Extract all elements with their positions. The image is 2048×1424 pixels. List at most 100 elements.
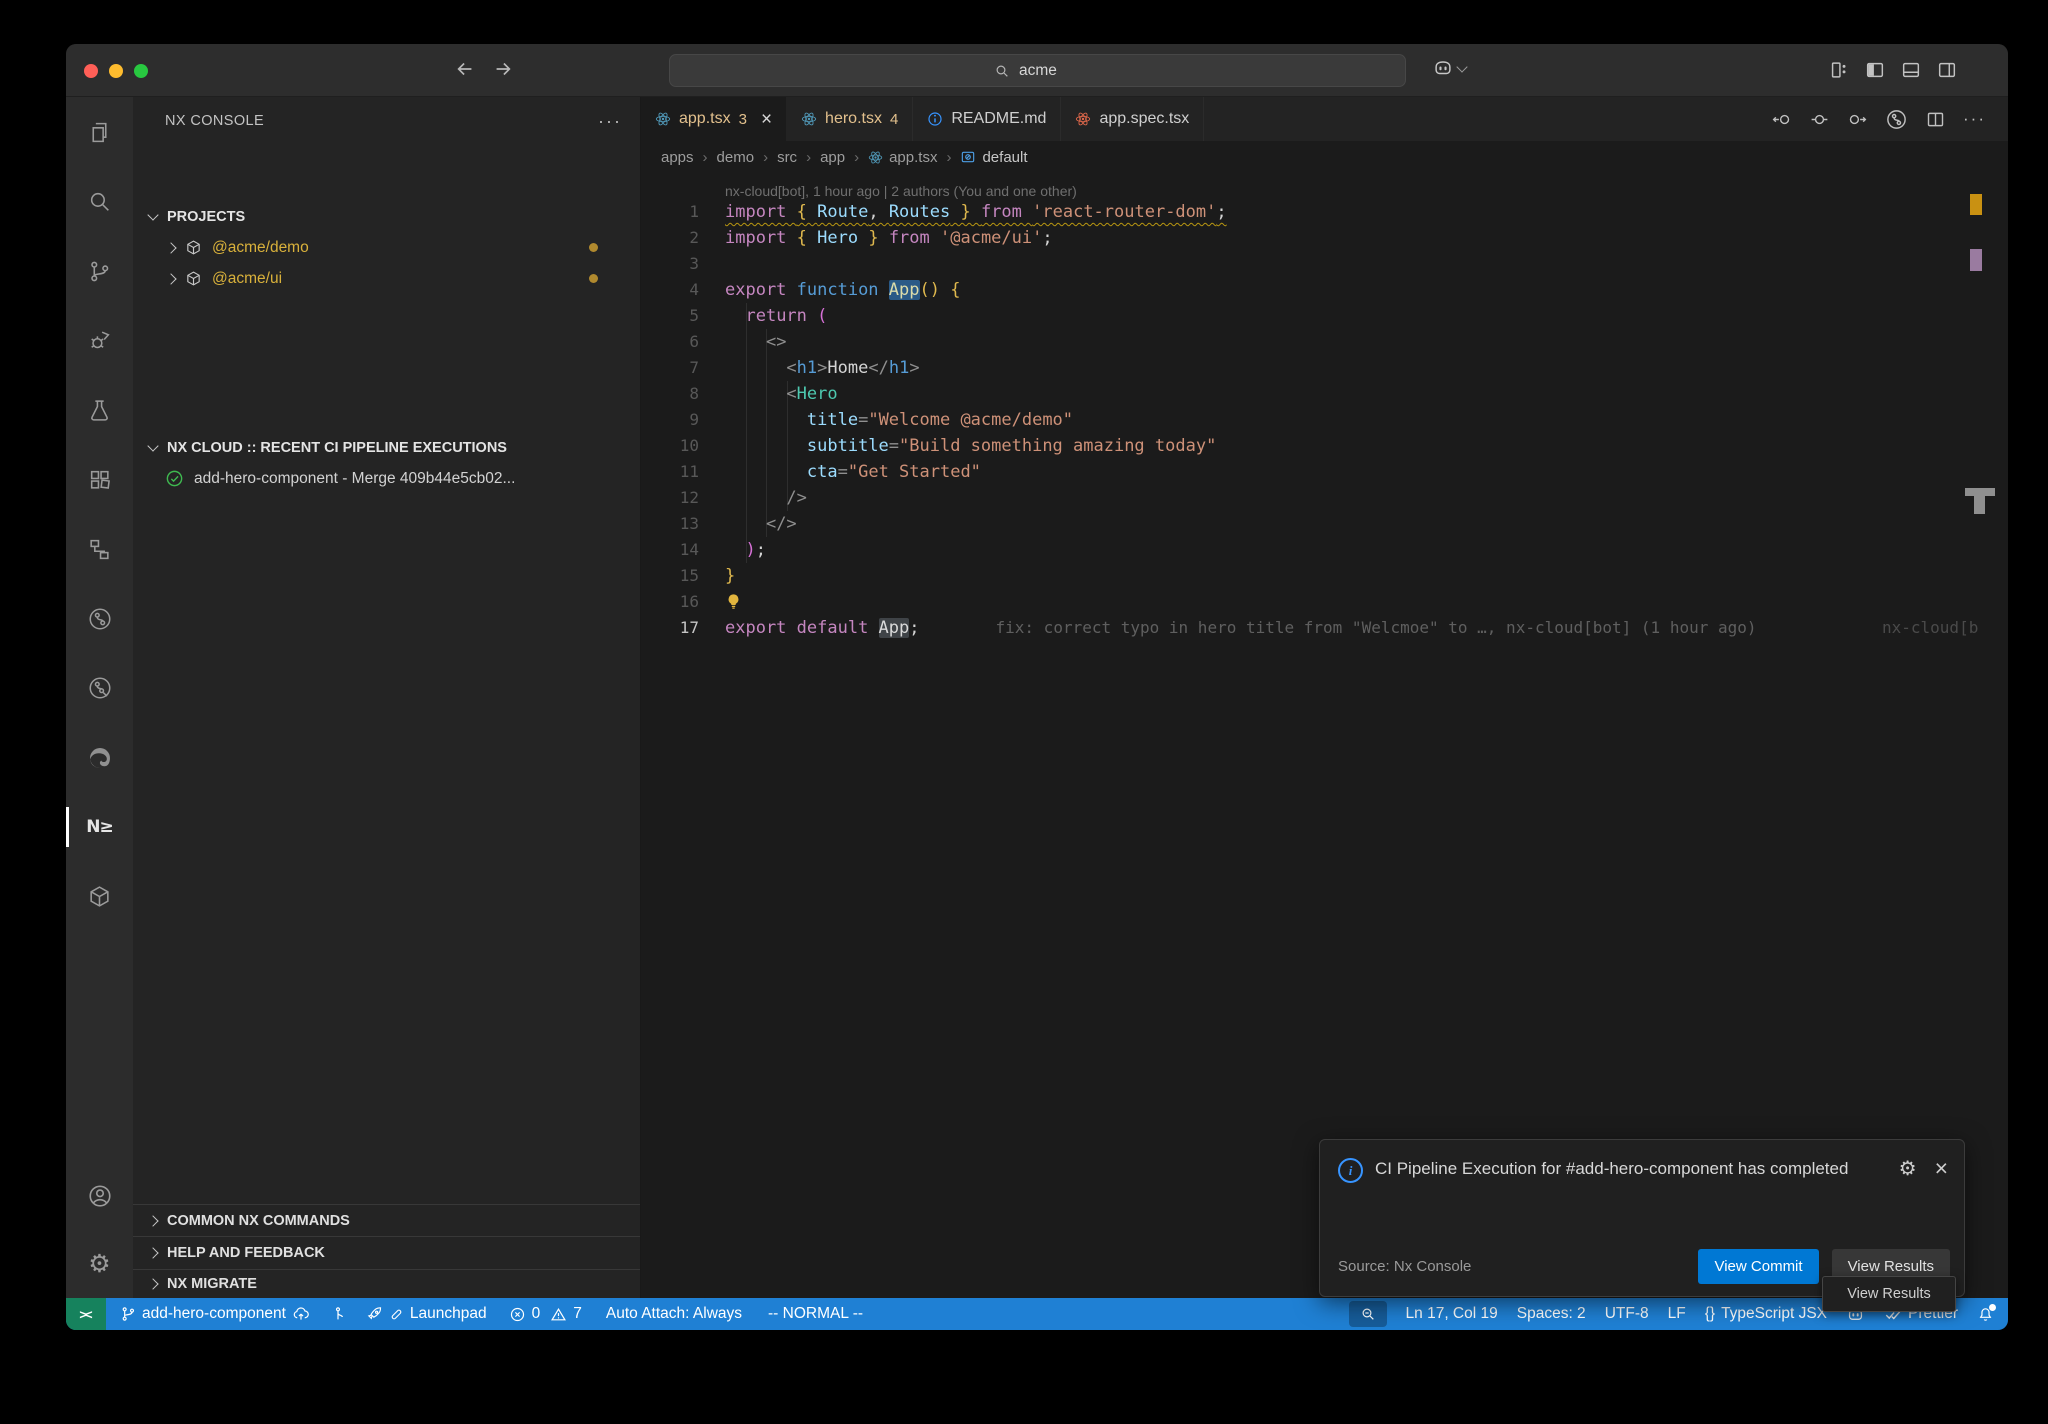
breadcrumb: apps› demo› src› app› app.tsx › default	[641, 141, 2008, 173]
code-line-6[interactable]: 6 <>	[641, 329, 2008, 355]
nx-console-icon[interactable]: N≥	[66, 803, 133, 851]
code-line-16[interactable]: 16	[641, 589, 2008, 615]
gitlens-inspect-icon[interactable]	[66, 664, 133, 712]
extensions-icon[interactable]	[66, 456, 133, 504]
breadcrumb-src[interactable]: src	[777, 149, 797, 166]
minimize-window-button[interactable]	[109, 64, 123, 78]
code-line-4[interactable]: 4export function App() {	[641, 277, 2008, 303]
close-icon[interactable]: ×	[761, 110, 772, 129]
breadcrumb-symbol-default[interactable]: default	[960, 149, 1027, 166]
search-icon[interactable]	[66, 178, 133, 226]
tab-app-spec-tsx[interactable]: app.spec.tsx	[1061, 97, 1204, 141]
package-explorer-icon[interactable]	[66, 873, 133, 921]
gitlens-icon[interactable]	[66, 595, 133, 643]
nx-migrate-section[interactable]: NX MIGRATE	[133, 1269, 640, 1298]
notifications-bell-icon[interactable]	[1977, 1306, 1994, 1323]
chevron-down-icon	[1456, 61, 1467, 72]
back-arrow-icon[interactable]	[454, 58, 476, 80]
split-editor-icon[interactable]	[1925, 109, 1946, 130]
previous-change-icon[interactable]	[1771, 109, 1792, 130]
code-line-9[interactable]: 9 title="Welcome @acme/demo"	[641, 407, 2008, 433]
source-control-icon[interactable]	[66, 247, 133, 295]
language-mode-item[interactable]: {}TypeScript JSX	[1705, 1305, 1827, 1323]
changes-icon[interactable]	[1809, 109, 1830, 130]
run-debug-icon[interactable]	[66, 317, 133, 365]
auto-attach-status-item[interactable]: Auto Attach: Always	[606, 1305, 742, 1323]
testing-icon[interactable]	[66, 386, 133, 434]
close-icon[interactable]: ×	[1935, 1157, 1948, 1180]
breadcrumb-demo[interactable]: demo	[717, 149, 755, 166]
vscode-window: N≥ ⚙ NX CONSOLE ··· PROJECTS	[66, 44, 2008, 1330]
forward-arrow-icon[interactable]	[492, 58, 514, 80]
code-line-1[interactable]: 1import { Route, Routes } from 'react-ro…	[641, 199, 2008, 225]
code-lines[interactable]: 1import { Route, Routes } from 'react-ro…	[641, 199, 2008, 641]
tab-app-tsx[interactable]: app.tsx 3 ×	[641, 97, 787, 141]
line-number: 6	[641, 329, 699, 355]
toggle-panel-icon[interactable]	[1900, 59, 1922, 81]
magnifier-icon	[1360, 1306, 1376, 1322]
search-input[interactable]	[1017, 61, 1081, 81]
remote-indicator[interactable]: ><	[66, 1298, 106, 1330]
code-line-8[interactable]: 8 <Hero	[641, 381, 2008, 407]
git-blame-header[interactable]: nx-cloud[bot], 1 hour ago | 2 authors (Y…	[641, 173, 2008, 199]
projects-section-header[interactable]: PROJECTS	[133, 201, 640, 232]
project-structure-icon[interactable]	[66, 525, 133, 573]
cursor-position-item[interactable]: Ln 17, Col 19	[1406, 1305, 1498, 1323]
graph-status-item[interactable]	[330, 1306, 346, 1322]
commit-graph-icon[interactable]	[1885, 108, 1908, 131]
more-actions-icon[interactable]: ···	[598, 111, 622, 132]
code-line-2[interactable]: 2import { Hero } from '@acme/ui';	[641, 225, 2008, 251]
ruler-cursor-mark	[1965, 488, 1995, 496]
code-line-11[interactable]: 11 cta="Get Started"	[641, 459, 2008, 485]
zoom-window-button[interactable]	[134, 64, 148, 78]
zoom-status-item[interactable]	[1349, 1301, 1387, 1327]
lightbulb-icon[interactable]	[725, 593, 742, 610]
settings-gear-icon[interactable]: ⚙	[66, 1240, 133, 1288]
more-actions-icon[interactable]: ···	[1963, 109, 1986, 129]
toggle-secondary-sidebar-icon[interactable]	[1936, 59, 1958, 81]
breadcrumb-app[interactable]: app	[820, 149, 845, 166]
view-commit-button[interactable]: View Commit	[1698, 1249, 1818, 1284]
project-item-acme-ui[interactable]: @acme/ui	[133, 263, 640, 294]
code-line-14[interactable]: 14 );	[641, 537, 2008, 563]
explorer-icon[interactable]	[66, 108, 133, 156]
line-number: 7	[641, 355, 699, 381]
clipped-blame-text: nx-cloud[b	[1882, 615, 1978, 641]
activity-bar-bottom: ⚙	[66, 1172, 133, 1298]
encoding-item[interactable]: UTF-8	[1605, 1305, 1649, 1323]
next-change-icon[interactable]	[1847, 109, 1868, 130]
problems-status-item[interactable]: 0 7	[509, 1305, 582, 1323]
command-center-search[interactable]	[669, 54, 1406, 87]
launchpad-status-item[interactable]: Launchpad	[366, 1305, 487, 1323]
code-line-5[interactable]: 5 return (	[641, 303, 2008, 329]
breadcrumb-apps[interactable]: apps	[661, 149, 694, 166]
gear-icon[interactable]: ⚙	[1899, 1156, 1917, 1181]
vim-mode-status-item[interactable]: -- NORMAL --	[768, 1305, 863, 1323]
help-and-feedback-section[interactable]: HELP AND FEEDBACK	[133, 1236, 640, 1269]
branch-status-item[interactable]: add-hero-component	[120, 1305, 310, 1323]
code-line-3[interactable]: 3	[641, 251, 2008, 277]
copilot-menu[interactable]	[1432, 57, 1466, 79]
code-line-12[interactable]: 12 />	[641, 485, 2008, 511]
tab-hero-tsx[interactable]: hero.tsx 4	[787, 97, 913, 141]
code-line-15[interactable]: 15}	[641, 563, 2008, 589]
code-line-10[interactable]: 10 subtitle="Build something amazing tod…	[641, 433, 2008, 459]
edge-browser-icon[interactable]	[66, 734, 133, 782]
code-line-13[interactable]: 13 </>	[641, 511, 2008, 537]
toggle-primary-sidebar-icon[interactable]	[1864, 59, 1886, 81]
sidebar-title: NX CONSOLE	[165, 113, 264, 129]
code-line-7[interactable]: 7 <h1>Home</h1>	[641, 355, 2008, 381]
eol-item[interactable]: LF	[1668, 1305, 1686, 1323]
nx-cloud-section-header[interactable]: NX CLOUD :: RECENT CI PIPELINE EXECUTION…	[133, 432, 640, 463]
notification-source: Source: Nx Console	[1338, 1258, 1471, 1275]
tab-readme-md[interactable]: README.md	[913, 97, 1061, 141]
breadcrumb-file[interactable]: app.tsx	[868, 149, 937, 166]
account-icon[interactable]	[66, 1172, 133, 1220]
pipeline-execution-item[interactable]: add-hero-component - Merge 409b44e5cb02.…	[133, 463, 640, 494]
project-item-acme-demo[interactable]: @acme/demo	[133, 232, 640, 263]
customize-layout-icon[interactable]	[1828, 59, 1850, 81]
close-window-button[interactable]	[84, 64, 98, 78]
indentation-item[interactable]: Spaces: 2	[1517, 1305, 1586, 1323]
code-line-17[interactable]: nx-cloud[b17export default App;fix: corr…	[641, 615, 2008, 641]
common-nx-commands-section[interactable]: COMMON NX COMMANDS	[133, 1204, 640, 1236]
